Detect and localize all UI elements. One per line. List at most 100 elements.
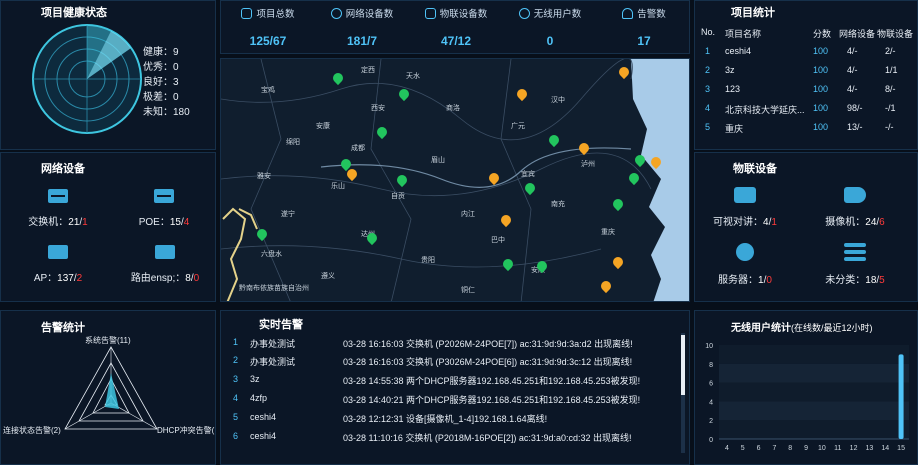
health-title: 项目健康状态 xyxy=(41,7,107,19)
alarm-stats-panel: 告警统计 系统告警(11) 连接状态告警(2) DHCP冲突告警( xyxy=(0,310,216,465)
map-city-label: 成都 xyxy=(351,145,365,152)
table-row[interactable]: 2 3z 100 4/- 1/1 xyxy=(701,65,915,84)
map-city-label: 自贡 xyxy=(391,193,405,200)
switch-icon xyxy=(48,189,68,203)
bell-icon xyxy=(622,8,634,19)
map-city-label: 天水 xyxy=(406,73,420,80)
ap-icon xyxy=(48,245,68,259)
project-stats-panel: 项目统计 No. 项目名称 分数 网络设备 物联设备 1 ceshi4 100 … xyxy=(694,0,918,150)
network-title: 网络设备 xyxy=(41,163,85,175)
map-city-label: 宝鸡 xyxy=(261,87,275,94)
counter-projects[interactable]: 项目总数 125/67 xyxy=(221,6,315,48)
x-tick-label: 15 xyxy=(897,445,905,452)
x-tick-label: 11 xyxy=(834,445,841,452)
health-row-excellent: 优秀：0 xyxy=(143,62,179,73)
y-tick-label: 8 xyxy=(709,362,713,369)
counter-iot-devices[interactable]: 物联设备数 47/12 xyxy=(409,6,503,48)
x-tick-label: 12 xyxy=(850,445,858,452)
map-city-label: 商洛 xyxy=(446,105,460,112)
map-city-label: 广元 xyxy=(511,123,525,130)
wifi-stats-panel: 无线用户统计(在线数/最近12小时) 0 2 4 6 8 10 4 5 6 7 8 9 10 11 12 13… xyxy=(694,310,918,465)
table-row[interactable]: 5 重庆 100 13/- -/- xyxy=(701,122,915,141)
chart-band xyxy=(719,420,909,439)
wifi-icon xyxy=(518,8,530,19)
y-tick-label: 0 xyxy=(709,437,713,444)
network-panel: 网络设备 交换机：21/1 POE：15/4 AP：137/2 路由ensp;：… xyxy=(0,152,216,302)
x-tick-label: 9 xyxy=(804,445,808,452)
counter-network-devices[interactable]: 网络设备数 181/7 xyxy=(315,6,409,48)
iot-device-uncategorized[interactable]: 未分类：18/5 xyxy=(813,243,897,286)
intercom-icon xyxy=(734,187,756,203)
alarm-label-dhcp: DHCP冲突告警( xyxy=(157,426,215,435)
health-row-good: 良好：3 xyxy=(143,77,179,88)
iot-device-camera[interactable]: 摄像机：24/6 xyxy=(815,187,895,228)
project-table: No. 项目名称 分数 网络设备 物联设备 1 ceshi4 100 4/- 2… xyxy=(701,27,915,141)
network-device-poe[interactable]: POE：15/4 xyxy=(129,189,199,228)
map-city-label: 遂宁 xyxy=(281,211,295,218)
y-tick-label: 2 xyxy=(709,418,713,425)
project-stats-title: 项目统计 xyxy=(731,7,775,19)
iot-device-server[interactable]: 服务器：1/0 xyxy=(705,243,785,286)
map-city-label: 汉中 xyxy=(551,97,565,104)
x-tick-label: 10 xyxy=(818,445,826,452)
map-city-label: 遵义 xyxy=(321,273,335,280)
camera-icon xyxy=(844,187,866,203)
health-list: 健康：9 优秀：0 良好：3 极差：0 未知：180 xyxy=(143,45,190,120)
y-tick-label: 10 xyxy=(705,343,713,350)
map-city-label: 雅安 xyxy=(257,173,271,180)
x-tick-label: 4 xyxy=(725,445,729,452)
wifi-bar-chart: 0 2 4 6 8 10 4 5 6 7 8 9 10 11 12 13 14 15 xyxy=(705,343,909,452)
iot-device-intercom[interactable]: 可视对讲：4/1 xyxy=(705,187,785,228)
counters-bar: 项目总数 125/67 网络设备数 181/7 物联设备数 47/12 无线用户… xyxy=(220,0,690,54)
map-city-label: 六盘水 xyxy=(261,251,282,258)
layers-icon xyxy=(241,8,253,19)
x-tick-label: 6 xyxy=(757,445,761,452)
menu-icon xyxy=(844,243,866,247)
map-city-label: 绵阳 xyxy=(286,139,300,146)
counter-wifi-users[interactable]: 无线用户数 0 xyxy=(503,6,597,48)
table-header: No. 项目名称 分数 网络设备 物联设备 xyxy=(701,27,914,39)
network-device-router[interactable]: 路由ensp;：8/0 xyxy=(125,245,205,284)
table-row[interactable]: 1 ceshi4 100 4/- 2/- xyxy=(701,46,915,65)
map-city-label: 乐山 xyxy=(331,183,345,190)
poe-icon xyxy=(154,189,174,203)
chart-band xyxy=(719,401,909,421)
map-city-label: 黔南布依族苗族自治州 xyxy=(239,285,309,292)
map-city-label: 南充 xyxy=(551,201,565,208)
alarm-stats-title: 告警统计 xyxy=(41,322,85,334)
globe-icon xyxy=(330,8,342,19)
alarm-scrollbar-thumb[interactable] xyxy=(681,335,685,395)
map-city-label: 铜仁 xyxy=(461,287,475,294)
map-city-label: 安康 xyxy=(316,123,330,130)
realtime-title: 实时告警 xyxy=(259,319,303,331)
map-city-label: 眉山 xyxy=(431,157,445,164)
health-row-unknown: 未知：180 xyxy=(143,107,190,118)
map-city-label: 宜宾 xyxy=(521,171,535,178)
alarm-label-system: 系统告警(11) xyxy=(85,336,131,345)
router-icon xyxy=(155,245,175,259)
health-row-poor: 极差：0 xyxy=(143,92,179,103)
china-map[interactable]: 定西 天水 宝鸡 西安 商洛 安康 汉中 广元 绵阳 成都 眉山 雅安 乐山 宜… xyxy=(220,58,690,302)
chart-bar xyxy=(898,354,904,439)
network-device-ap[interactable]: AP：137/2 xyxy=(23,245,93,284)
realtime-alarm-panel: 实时告警 1 办事处测试 03-28 16:16:03 交换机 (P2026M-… xyxy=(220,310,690,465)
x-tick-label: 5 xyxy=(741,445,745,452)
table-row[interactable]: 3 123 100 4/- 8/- xyxy=(701,84,915,103)
chart-band xyxy=(719,345,909,364)
chart-band xyxy=(719,363,909,383)
map-city-label: 西安 xyxy=(371,105,385,112)
iot-panel: 物联设备 可视对讲：4/1 摄像机：24/6 服务器：1/0 未分类：18/5 xyxy=(694,152,918,302)
counter-alarms[interactable]: 告警数 17 xyxy=(597,6,691,48)
health-radar-icon xyxy=(32,24,142,134)
alarm-label-connection: 连接状态告警(2) xyxy=(3,426,61,435)
x-tick-label: 14 xyxy=(881,445,889,452)
map-city-label: 重庆 xyxy=(601,229,615,236)
chart-band xyxy=(719,382,909,402)
alarm-scrollbar[interactable] xyxy=(681,333,685,453)
map-city-label: 贵阳 xyxy=(421,257,435,264)
network-device-switch[interactable]: 交换机：21/1 xyxy=(23,189,93,228)
x-tick-label: 13 xyxy=(866,445,874,452)
wifi-title: 无线用户统计(在线数/最近12小时) xyxy=(731,323,873,334)
map-city-label: 定西 xyxy=(361,67,375,74)
table-row[interactable]: 4 北京科技大学延庆... 100 98/- -/1 xyxy=(701,103,915,122)
